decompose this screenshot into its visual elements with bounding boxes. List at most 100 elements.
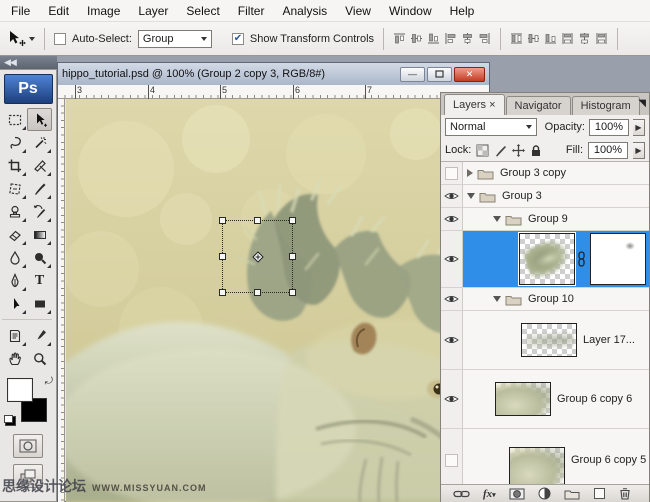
dodge-tool[interactable]: [27, 246, 52, 269]
toolbar-collapse-header[interactable]: ◀◀: [0, 56, 57, 69]
add-layer-mask-icon[interactable]: [509, 488, 525, 500]
transform-handle-middle-left[interactable]: [219, 252, 226, 260]
magic-wand-tool[interactable]: [27, 131, 52, 154]
align-bottom-edges-icon[interactable]: [427, 32, 440, 45]
path-selection-tool[interactable]: [2, 292, 27, 315]
quick-mask-mode-button[interactable]: [13, 434, 43, 458]
layer-thumbnail[interactable]: [509, 447, 565, 484]
fill-value[interactable]: 100%: [588, 141, 628, 159]
layer-thumbnail[interactable]: [495, 382, 551, 416]
new-group-icon[interactable]: [564, 488, 580, 500]
menu-filter[interactable]: Filter: [229, 1, 274, 21]
align-vertical-centers-icon[interactable]: [410, 32, 423, 45]
clone-stamp-tool[interactable]: [2, 200, 27, 223]
visibility-toggle[interactable]: [441, 288, 463, 310]
layer-mask-thumbnail[interactable]: [590, 233, 646, 285]
layer-style-icon[interactable]: fx▾: [483, 488, 496, 500]
layer-row-group-6-copy-5[interactable]: Group 6 copy 5: [441, 429, 649, 484]
panel-menu-icon[interactable]: ◥: [638, 98, 646, 109]
lock-pixels-icon[interactable]: [494, 144, 507, 157]
transform-reference-point[interactable]: [251, 250, 264, 263]
brush-tool[interactable]: [27, 177, 52, 200]
new-layer-icon[interactable]: [593, 487, 606, 500]
lasso-tool[interactable]: [2, 131, 27, 154]
gradient-tool[interactable]: [27, 223, 52, 246]
rectangular-marquee-tool[interactable]: [2, 108, 27, 131]
visibility-toggle[interactable]: [441, 185, 463, 207]
horizontal-ruler[interactable]: 3 4 5 6 7: [58, 85, 489, 99]
layer-row-selected[interactable]: [441, 231, 649, 288]
visibility-toggle[interactable]: [441, 231, 463, 287]
history-brush-tool[interactable]: [27, 200, 52, 223]
align-left-edges-icon[interactable]: [444, 32, 457, 45]
menu-select[interactable]: Select: [177, 1, 228, 21]
move-tool-preset[interactable]: [6, 30, 35, 48]
layer-row-layer-17[interactable]: Layer 17...: [441, 311, 649, 370]
visibility-toggle[interactable]: [441, 162, 463, 184]
rectangle-shape-tool[interactable]: [27, 292, 52, 315]
distribute-horizontal-centers-icon[interactable]: [578, 32, 591, 45]
opacity-spinner-icon[interactable]: ▶: [633, 118, 645, 136]
document-title-bar[interactable]: hippo_tutorial.psd @ 100% (Group 2 copy …: [58, 63, 489, 85]
transform-handle-top-left[interactable]: [219, 217, 226, 224]
transform-handle-top-center[interactable]: [253, 217, 261, 224]
align-top-edges-icon[interactable]: [393, 32, 406, 45]
visibility-toggle[interactable]: [441, 311, 463, 369]
type-tool[interactable]: T: [27, 269, 52, 292]
eyedropper-tool[interactable]: [27, 324, 52, 347]
pen-tool[interactable]: [2, 269, 27, 292]
tab-histogram[interactable]: Histogram: [571, 96, 640, 115]
menu-layer[interactable]: Layer: [129, 1, 177, 21]
menu-window[interactable]: Window: [380, 1, 441, 21]
blur-tool[interactable]: [2, 246, 27, 269]
notes-tool[interactable]: [2, 324, 27, 347]
align-horizontal-centers-icon[interactable]: [461, 32, 474, 45]
mask-link-icon[interactable]: [577, 251, 586, 267]
transform-handle-bottom-center[interactable]: [253, 289, 261, 296]
restore-button[interactable]: [427, 66, 452, 82]
zoom-tool[interactable]: [27, 347, 52, 370]
menu-image[interactable]: Image: [78, 1, 129, 21]
collapse-icon[interactable]: [467, 193, 475, 199]
healing-brush-tool[interactable]: [2, 177, 27, 200]
transform-handle-middle-right[interactable]: [289, 252, 296, 260]
lock-all-icon[interactable]: [530, 144, 542, 157]
transform-handle-bottom-left[interactable]: [219, 289, 226, 296]
lock-transparency-icon[interactable]: [476, 144, 489, 157]
menu-edit[interactable]: Edit: [39, 1, 78, 21]
tab-layers[interactable]: Layers ×: [444, 94, 505, 115]
auto-select-checkbox[interactable]: [54, 32, 66, 45]
distribute-bottom-edges-icon[interactable]: [544, 32, 557, 45]
layer-row-group-6-copy-6[interactable]: Group 6 copy 6: [441, 370, 649, 429]
minimize-button[interactable]: —: [400, 66, 425, 82]
transform-handle-bottom-right[interactable]: [289, 289, 296, 296]
transform-bounding-box[interactable]: [219, 217, 296, 296]
move-tool[interactable]: [27, 108, 52, 131]
transform-handle-top-right[interactable]: [289, 217, 296, 224]
crop-tool[interactable]: [2, 154, 27, 177]
menu-help[interactable]: Help: [441, 1, 484, 21]
tab-navigator[interactable]: Navigator: [505, 96, 571, 115]
canvas[interactable]: [66, 99, 489, 502]
eraser-tool[interactable]: [2, 223, 27, 246]
distribute-vertical-centers-icon[interactable]: [527, 32, 540, 45]
auto-select-dropdown[interactable]: Group: [137, 29, 212, 48]
layer-thumbnail[interactable]: [519, 233, 575, 285]
adjustment-layer-icon[interactable]: [538, 487, 551, 500]
layer-row-group-3-copy[interactable]: Group 3 copy: [441, 162, 649, 185]
collapse-icon[interactable]: [493, 296, 501, 302]
layer-row-group-9[interactable]: Group 9: [441, 208, 649, 231]
menu-file[interactable]: File: [2, 1, 39, 21]
expand-icon[interactable]: [467, 169, 473, 177]
foreground-color-swatch[interactable]: [7, 378, 33, 402]
vertical-ruler[interactable]: [58, 99, 65, 502]
distribute-left-edges-icon[interactable]: [561, 32, 574, 45]
visibility-toggle[interactable]: [441, 429, 463, 484]
align-right-edges-icon[interactable]: [478, 32, 491, 45]
menu-analysis[interactable]: Analysis: [273, 1, 336, 21]
layer-row-group-3[interactable]: Group 3: [441, 185, 649, 208]
link-layers-icon[interactable]: [453, 489, 470, 499]
default-colors-icon[interactable]: [4, 415, 16, 426]
hand-tool[interactable]: [2, 347, 27, 370]
distribute-right-edges-icon[interactable]: [595, 32, 608, 45]
